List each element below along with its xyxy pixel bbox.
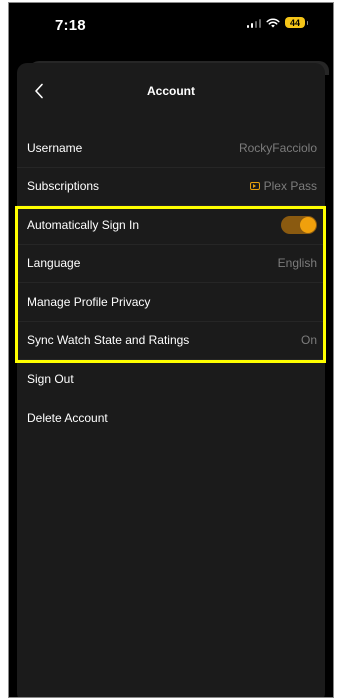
row-sync-watch-state[interactable]: Sync Watch State and Ratings On — [17, 322, 325, 360]
row-label: Sync Watch State and Ratings — [27, 333, 190, 348]
row-label: Sign Out — [27, 372, 74, 387]
row-value: On — [300, 333, 317, 348]
plex-pass-icon — [249, 182, 260, 191]
row-label: Language — [27, 256, 81, 271]
phone-frame: 7:18 44 Account Username RockyFacciolo S… — [8, 2, 334, 698]
auto-sign-in-toggle[interactable] — [281, 215, 317, 234]
row-manage-profile-privacy[interactable]: Manage Profile Privacy — [17, 283, 325, 322]
row-subscriptions[interactable]: Subscriptions Plex Pass — [17, 168, 325, 206]
row-value: English — [277, 256, 317, 271]
status-icons: 44 — [246, 17, 308, 28]
nav-bar: Account — [17, 63, 325, 119]
status-bar: 7:18 44 — [9, 3, 333, 47]
toggle-knob — [300, 216, 316, 233]
row-value: Plex Pass — [263, 179, 317, 194]
row-label: Manage Profile Privacy — [27, 294, 151, 309]
row-automatically-sign-in: Automatically Sign In — [17, 206, 325, 245]
row-label: Username — [27, 140, 83, 155]
wifi-icon — [266, 17, 280, 27]
row-value-wrap: Plex Pass — [249, 179, 317, 194]
row-delete-account[interactable]: Delete Account — [17, 399, 325, 438]
cellular-signal-icon — [246, 18, 261, 28]
row-label: Delete Account — [27, 410, 108, 425]
row-language[interactable]: Language English — [17, 245, 325, 283]
account-sheet: Account Username RockyFacciolo Subscript… — [17, 63, 325, 697]
row-username[interactable]: Username RockyFacciolo — [17, 129, 325, 168]
battery-level: 44 — [289, 17, 300, 28]
battery-icon: 44 — [285, 17, 308, 28]
settings-list: Username RockyFacciolo Subscriptions Ple… — [17, 129, 325, 437]
row-label: Subscriptions — [27, 179, 100, 194]
page-title: Account — [147, 84, 195, 98]
chevron-left-icon — [35, 83, 43, 99]
status-time: 7:18 — [55, 17, 86, 34]
row-sign-out[interactable]: Sign Out — [17, 360, 325, 399]
row-label: Automatically Sign In — [27, 217, 140, 232]
row-value: RockyFacciolo — [238, 140, 317, 155]
back-button[interactable] — [29, 80, 49, 102]
